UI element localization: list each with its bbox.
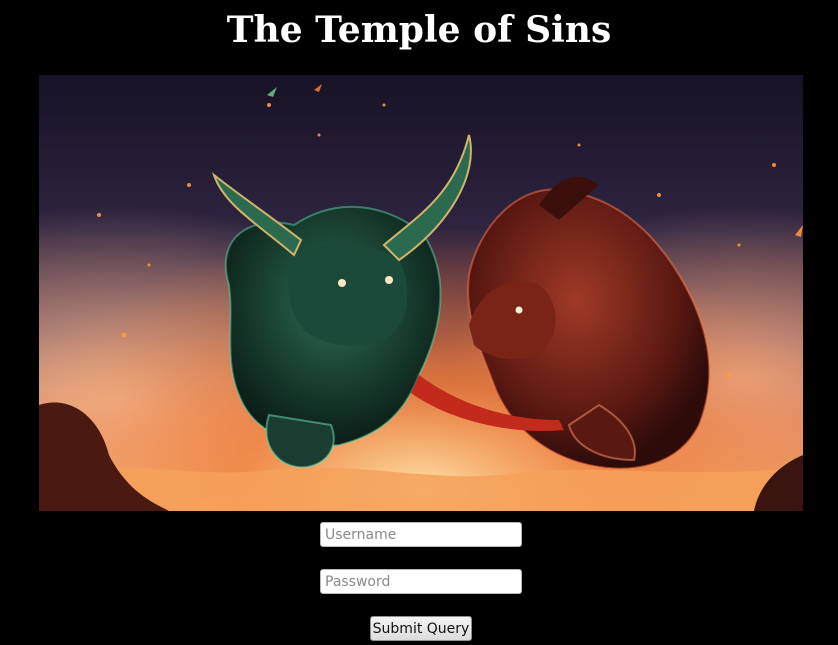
submit-query-button[interactable]: Submit Query bbox=[370, 616, 472, 641]
hero-artwork bbox=[39, 75, 803, 511]
page-title: The Temple of Sins bbox=[226, 9, 612, 51]
password-input[interactable] bbox=[320, 569, 522, 594]
hero-image bbox=[39, 75, 803, 511]
username-input[interactable] bbox=[320, 522, 522, 547]
